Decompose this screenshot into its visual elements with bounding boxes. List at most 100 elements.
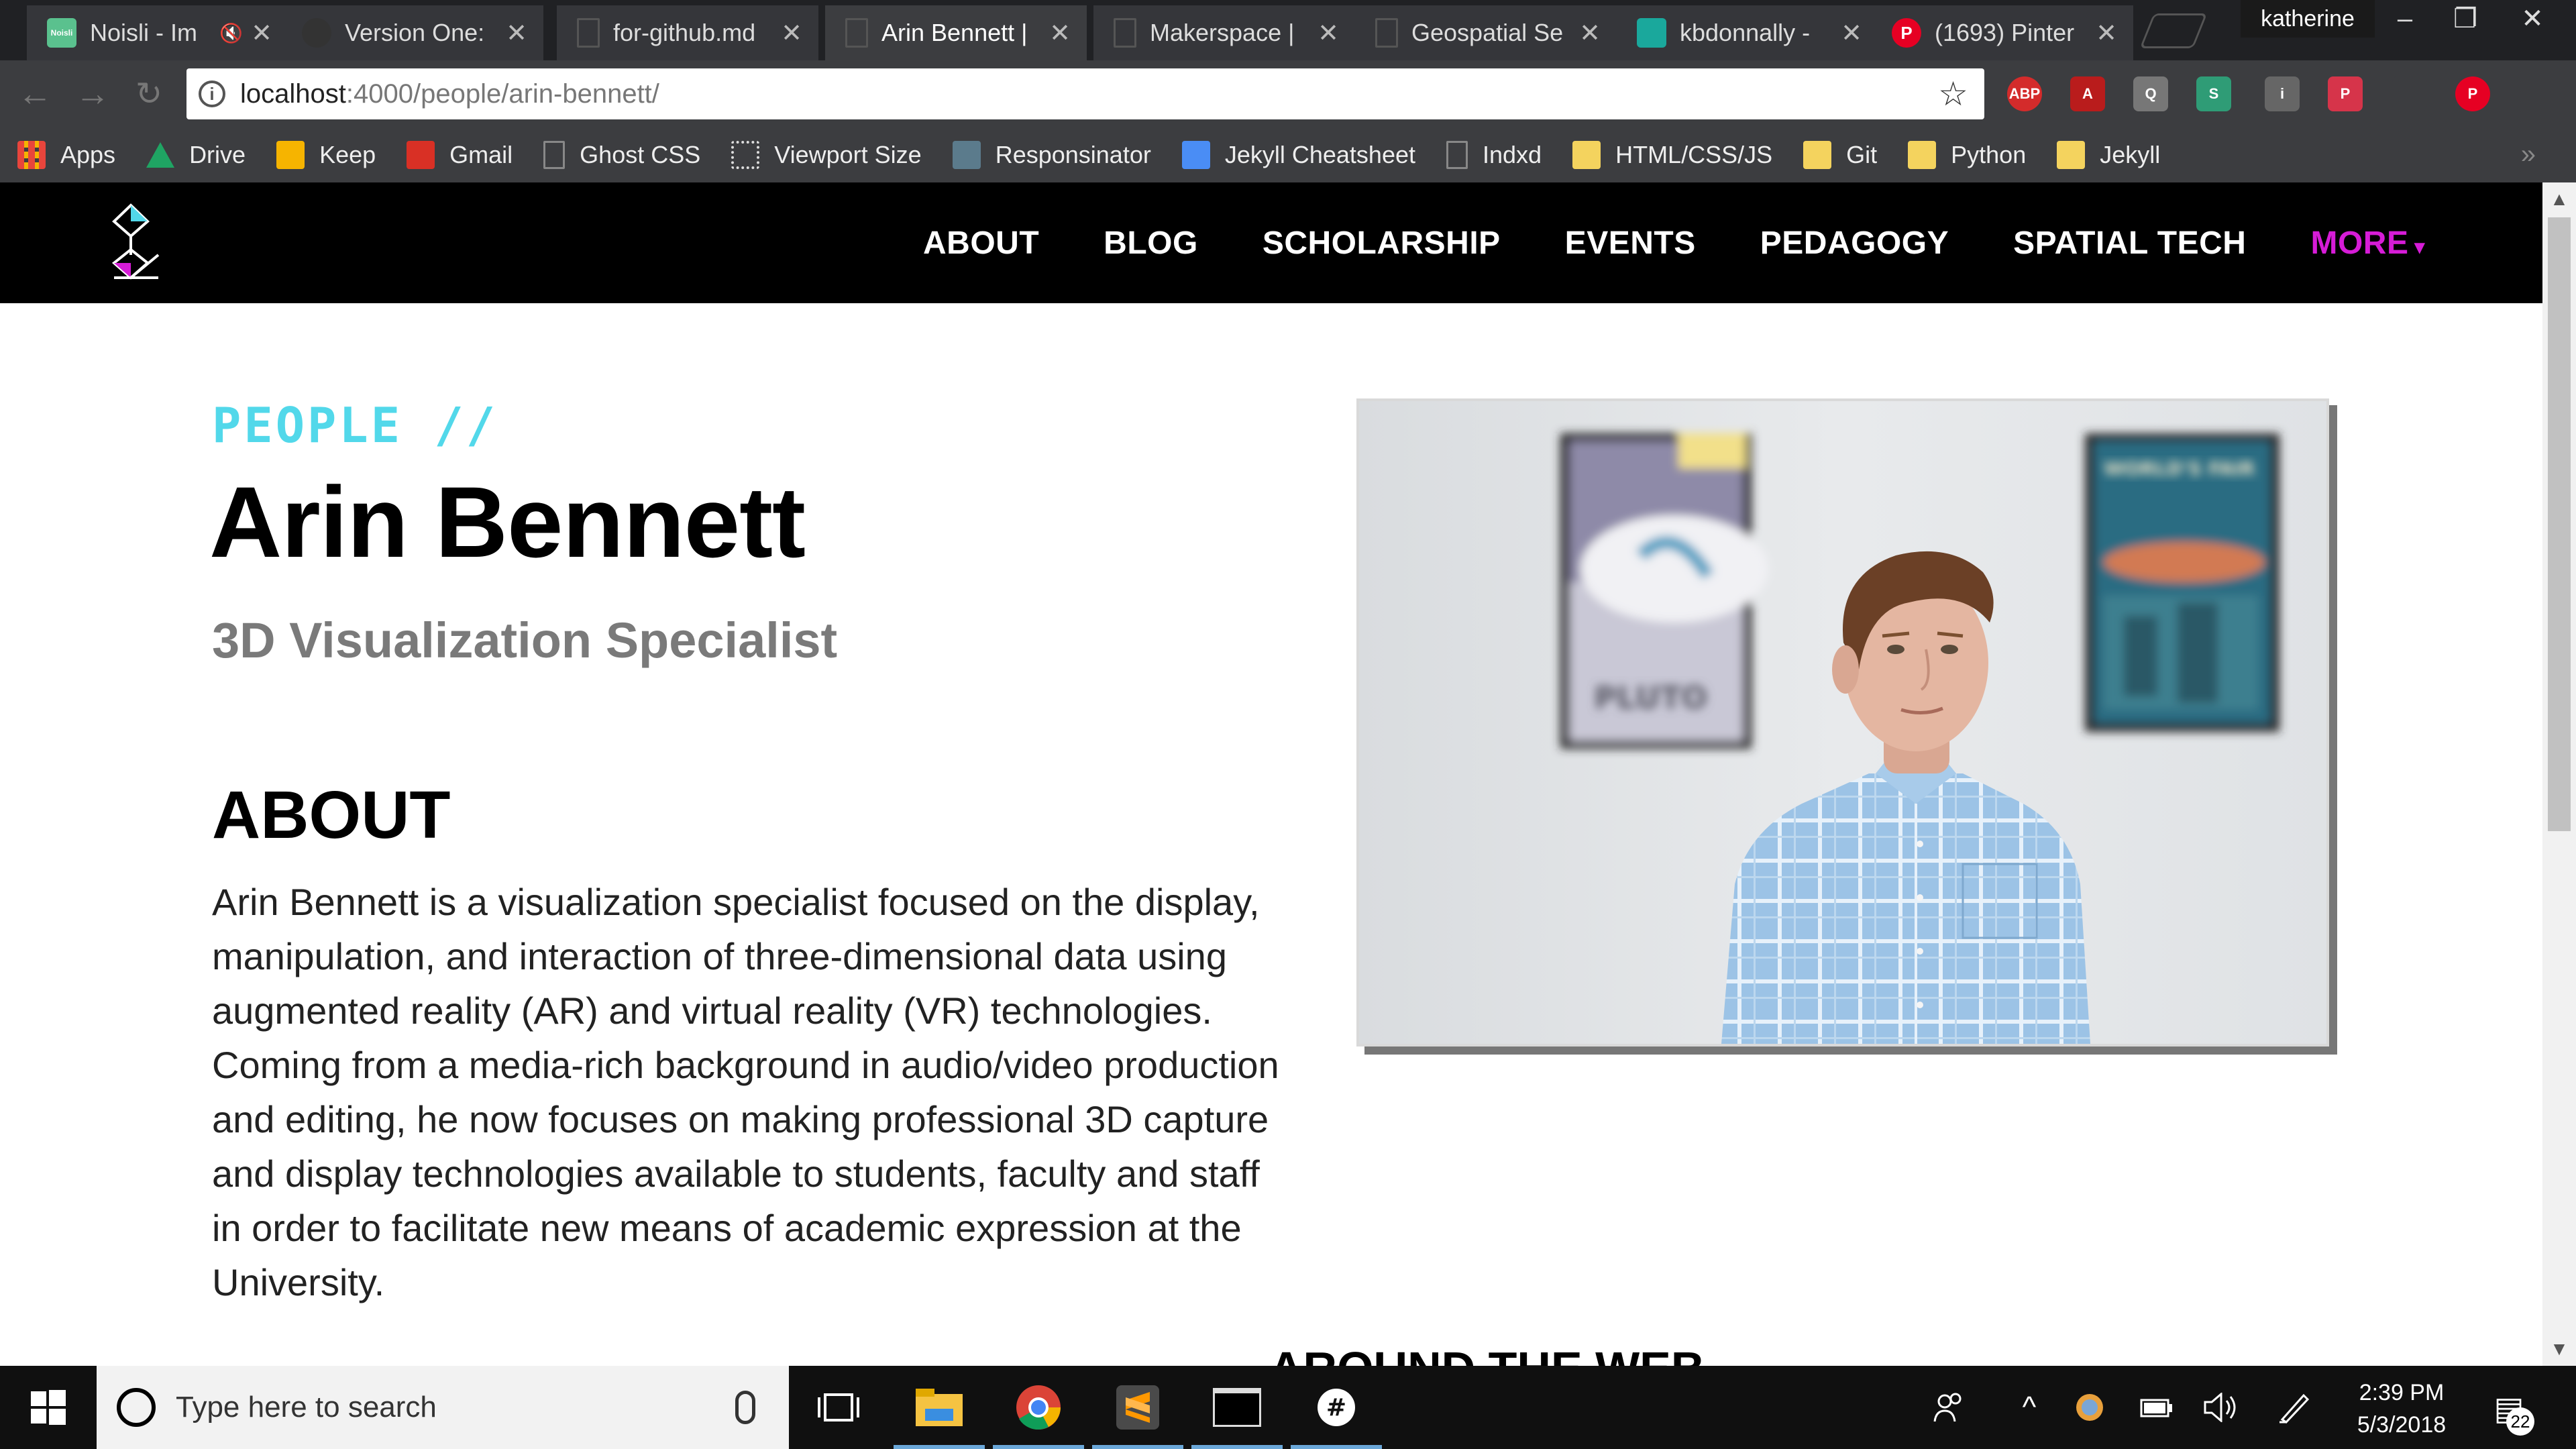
tab[interactable]: for-github.md ✕: [557, 5, 818, 60]
close-window-button[interactable]: ✕: [2502, 0, 2563, 38]
tab[interactable]: Noisli Noisli - Im 🔇 ✕: [27, 5, 288, 60]
bookmark-item[interactable]: Keep: [276, 141, 376, 169]
windows-taskbar: Type here to search # ^ 2:39 PM 5/3/2018…: [0, 1366, 2576, 1449]
acrobat-icon[interactable]: A: [2070, 76, 2105, 111]
bookmark-item[interactable]: Jekyll: [2057, 141, 2160, 169]
gmail-icon: [407, 141, 435, 169]
minimize-button[interactable]: –: [2375, 0, 2435, 38]
bookmark-item[interactable]: Apps: [17, 141, 115, 169]
bookmark-label: Ghost CSS: [580, 141, 701, 168]
blank-extension-icon[interactable]: [2392, 76, 2427, 111]
url-path: :4000/people/arin-bennett/: [345, 78, 659, 109]
scroll-up-icon[interactable]: ▲: [2542, 182, 2576, 216]
apps-grid-icon: [17, 141, 46, 169]
folder-icon: [1803, 141, 1832, 169]
bookmark-item[interactable]: Drive: [146, 141, 246, 169]
close-tab-icon[interactable]: ✕: [503, 18, 530, 48]
taskbar-search[interactable]: Type here to search: [97, 1366, 789, 1449]
new-tab-button[interactable]: [2139, 13, 2208, 48]
tab-active[interactable]: Arin Bennett | ✕: [825, 5, 1087, 60]
running-indicator: [1191, 1445, 1283, 1449]
page-scrollbar[interactable]: ▲ ▼: [2542, 182, 2576, 1366]
nav-pedagogy[interactable]: PEDAGOGY: [1760, 225, 1949, 262]
windows-start-icon[interactable]: [0, 1366, 97, 1449]
forward-icon[interactable]: →: [71, 72, 114, 115]
bookmark-item[interactable]: Viewport Size: [731, 141, 922, 169]
folder-icon: [1572, 141, 1601, 169]
file-explorer-icon[interactable]: [890, 1366, 989, 1449]
slack-icon[interactable]: #: [1287, 1366, 1386, 1449]
address-bar[interactable]: i localhost:4000/people/arin-bennett/ ☆: [186, 68, 1984, 119]
tab[interactable]: Version One: ✕: [282, 5, 543, 60]
lightbulb-icon[interactable]: i: [2265, 76, 2300, 111]
pinterest-icon[interactable]: P: [2455, 76, 2490, 111]
scroll-down-icon[interactable]: ▼: [2542, 1332, 2576, 1366]
bookmark-item[interactable]: Indxd: [1446, 141, 1542, 169]
bookmark-item[interactable]: Gmail: [407, 141, 513, 169]
people-icon[interactable]: [1925, 1366, 1972, 1449]
back-icon[interactable]: ←: [13, 72, 56, 115]
tab[interactable]: Geospatial Se ✕: [1355, 5, 1617, 60]
bookmarks-overflow-icon[interactable]: »: [2521, 140, 2536, 170]
show-hidden-icons-icon[interactable]: ^: [2006, 1366, 2053, 1449]
page-icon: [1446, 141, 1468, 169]
profile-button[interactable]: katherine: [2241, 0, 2375, 38]
close-tab-icon[interactable]: ✕: [1838, 18, 1865, 48]
bookmark-item[interactable]: Git: [1803, 141, 1877, 169]
stylish-icon[interactable]: S: [2196, 76, 2231, 111]
info-icon[interactable]: i: [199, 80, 225, 107]
chrome-icon[interactable]: [989, 1366, 1088, 1449]
bookmark-item[interactable]: Jekyll Cheatsheet: [1181, 141, 1415, 169]
close-tab-icon[interactable]: ✕: [1576, 18, 1603, 48]
close-tab-icon[interactable]: ✕: [1046, 18, 1073, 48]
close-tab-icon[interactable]: ✕: [248, 18, 275, 48]
cortana-icon[interactable]: [117, 1388, 156, 1427]
bookmark-item[interactable]: HTML/CSS/JS: [1572, 141, 1772, 169]
square-icon: [1637, 18, 1666, 48]
restore-button[interactable]: ❐: [2435, 0, 2496, 38]
nav-spatial-tech[interactable]: SPATIAL TECH: [2013, 225, 2246, 262]
close-tab-icon[interactable]: ✕: [1315, 18, 1342, 48]
profile-photo: PLUTO WORLD'S FAIR: [1356, 398, 2329, 1046]
volume-icon[interactable]: [2194, 1366, 2247, 1449]
microphone-icon[interactable]: [735, 1391, 755, 1424]
bookmark-item[interactable]: Responsinator: [952, 141, 1151, 169]
terminal-icon[interactable]: [1187, 1366, 1287, 1449]
tab[interactable]: Makerspace | ✕: [1093, 5, 1355, 60]
reload-icon[interactable]: ↻: [127, 72, 170, 115]
nav-more[interactable]: MORE ▾: [2310, 225, 2424, 262]
scroll-thumb[interactable]: [2548, 217, 2571, 831]
folder-icon: [1908, 141, 1937, 169]
close-tab-icon[interactable]: ✕: [2093, 18, 2120, 48]
tray-app-icon[interactable]: [2066, 1366, 2113, 1449]
nav-scholarship[interactable]: SCHOLARSHIP: [1263, 225, 1501, 262]
bookmark-label: Keep: [319, 141, 376, 168]
tab-title: kbdonnally -: [1680, 19, 1811, 46]
chevron-down-icon: ▾: [2408, 235, 2425, 258]
tab[interactable]: P (1693) Pinter ✕: [1872, 5, 2133, 60]
url-text[interactable]: localhost:4000/people/arin-bennett/: [240, 79, 1938, 109]
github-icon: [302, 18, 331, 48]
keep-icon: [276, 141, 305, 169]
sublime-text-icon[interactable]: [1088, 1366, 1187, 1449]
bookmark-star-icon[interactable]: ☆: [1938, 74, 1968, 113]
folder-icon: [2057, 141, 2086, 169]
close-tab-icon[interactable]: ✕: [778, 18, 805, 48]
pocket-icon[interactable]: P: [2328, 76, 2363, 111]
action-center-icon[interactable]: ▤ 22: [2482, 1382, 2536, 1436]
task-view-icon[interactable]: [789, 1366, 888, 1449]
bookmark-label: Apps: [60, 141, 116, 168]
pen-icon[interactable]: [2267, 1366, 2321, 1449]
muted-audio-icon[interactable]: 🔇: [219, 22, 243, 44]
battery-icon[interactable]: [2133, 1366, 2180, 1449]
search-page-icon[interactable]: Q: [2133, 76, 2168, 111]
bookmark-item[interactable]: Python: [1908, 141, 2026, 169]
bookmark-item[interactable]: Ghost CSS: [543, 141, 700, 169]
adblock-plus-icon[interactable]: ABP: [2007, 76, 2042, 111]
nav-events[interactable]: EVENTS: [1565, 225, 1696, 262]
nav-about[interactable]: ABOUT: [923, 225, 1039, 262]
clock[interactable]: 2:39 PM 5/3/2018: [2348, 1377, 2455, 1441]
tab[interactable]: kbdonnally - ✕: [1617, 5, 1878, 60]
nav-blog[interactable]: BLOG: [1104, 225, 1198, 262]
site-logo[interactable]: [101, 203, 161, 286]
